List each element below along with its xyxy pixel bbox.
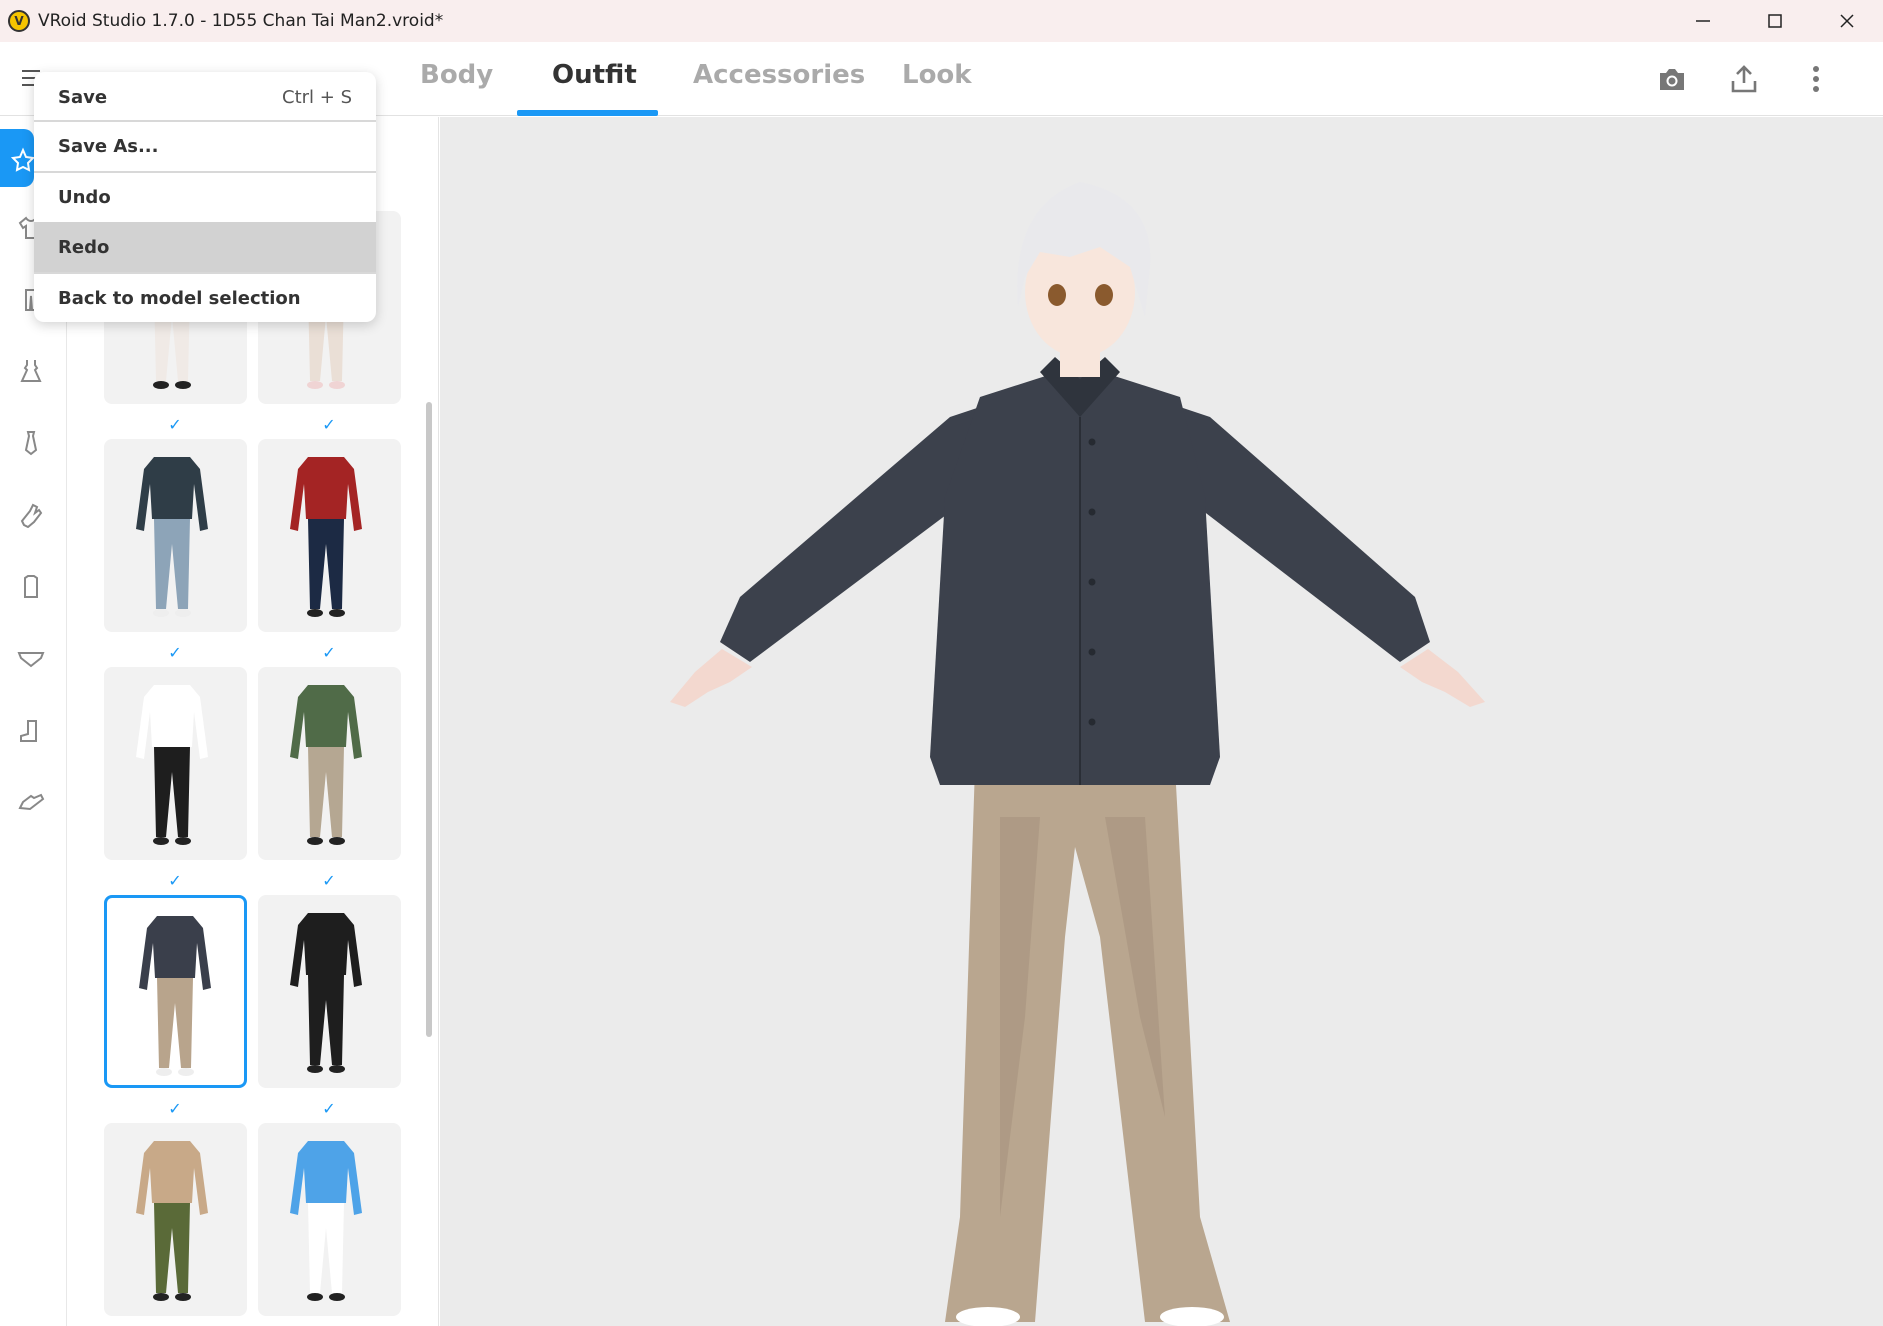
underwear-icon [17,652,45,668]
screenshot-button[interactable] [1655,62,1689,96]
avatar-head [1017,182,1151,377]
rail-item-socks[interactable] [14,570,48,604]
avatar-model [670,182,1485,1326]
menu-item-back-to-model-selection[interactable]: Back to model selection [34,274,376,322]
outfit-check-icon: ✓ [322,643,336,662]
outfit-thumbnail[interactable] [258,1123,401,1316]
more-vertical-icon [1813,66,1819,92]
avatar-shoes [956,1307,1224,1326]
outfit-figure [290,913,362,1073]
window-title: VRoid Studio 1.7.0 - 1D55 Chan Tai Man2.… [38,11,444,31]
rail-item-boots[interactable] [14,714,48,748]
avatar-pants [945,767,1230,1322]
active-tab-indicator [517,110,658,116]
menu-item-label: Save [58,86,108,108]
close-icon [1840,14,1854,28]
outfit-thumbnail[interactable] [258,895,401,1088]
gloves-icon [20,503,43,528]
boots-icon [20,720,37,742]
outfit-check-icon: ✓ [322,415,336,434]
outfit-figure [290,457,362,617]
menu-item-undo[interactable]: Undo [34,173,376,222]
outfit-figure [290,1141,362,1301]
outfit-figure [136,1141,208,1301]
outfit-thumbnail[interactable] [258,439,401,632]
outfit-figure [136,457,208,617]
shoes-icon [18,793,45,811]
panel-scrollbar[interactable] [426,402,432,1037]
camera-icon [1660,69,1684,90]
outfit-thumbnail[interactable] [104,895,247,1088]
menu-item-redo[interactable]: Redo [34,222,376,272]
menu-shortcut-label: Ctrl + S [282,86,352,108]
tab-body[interactable]: Body [420,60,493,90]
outfit-check-icon: ✓ [168,643,182,662]
export-button[interactable] [1727,62,1761,96]
outfit-thumbnail[interactable] [104,667,247,860]
menu-item-label: Redo [58,236,110,258]
outfit-thumbnail[interactable] [258,667,401,860]
rail-item-onepiece[interactable] [14,354,48,388]
more-options-button[interactable] [1799,62,1833,96]
outfit-check-icon: ✓ [168,1099,182,1118]
tab-accessories[interactable]: Accessories [693,60,865,90]
rail-item-gloves[interactable] [14,498,48,532]
tie-icon [24,431,38,456]
title-bar: V VRoid Studio 1.7.0 - 1D55 Chan Tai Man… [0,0,1883,42]
outfit-figure [290,685,362,845]
outfit-thumbnail[interactable] [104,439,247,632]
file-menu-dropdown: Save Ctrl + S Save As... Undo Redo Back … [34,72,376,322]
avatar-shirt [930,357,1220,785]
menu-item-label: Save As... [58,135,159,157]
outfit-thumbnail[interactable] [104,1123,247,1316]
maximize-button[interactable] [1739,0,1811,42]
outfit-figure [136,685,208,845]
outfit-check-icon: ✓ [168,415,182,434]
export-icon [1731,65,1757,93]
outfit-check-icon: ✓ [322,871,336,890]
outfit-check-icon: ✓ [168,871,182,890]
maximize-icon [1768,14,1782,28]
outfit-check-icon: ✓ [322,1099,336,1118]
close-button[interactable] [1811,0,1883,42]
model-viewport[interactable] [440,117,1883,1326]
rail-item-underwear[interactable] [14,642,48,676]
preset-outfit-icon [10,147,36,172]
rail-item-tie[interactable] [14,426,48,460]
menu-item-save-as[interactable]: Save As... [34,122,376,170]
minimize-button[interactable] [1667,0,1739,42]
socks-icon [24,575,38,598]
minimize-icon [1696,20,1710,22]
outfit-figure [139,916,211,1076]
vroid-logo-icon: V [8,10,30,32]
menu-item-label: Undo [58,187,111,208]
tab-outfit[interactable]: Outfit [552,60,637,90]
menu-item-label: Back to model selection [58,287,301,309]
onepiece-icon [20,360,42,382]
rail-item-shoes[interactable] [14,786,48,820]
tab-look[interactable]: Look [902,60,972,90]
menu-item-save[interactable]: Save Ctrl + S [34,72,376,122]
